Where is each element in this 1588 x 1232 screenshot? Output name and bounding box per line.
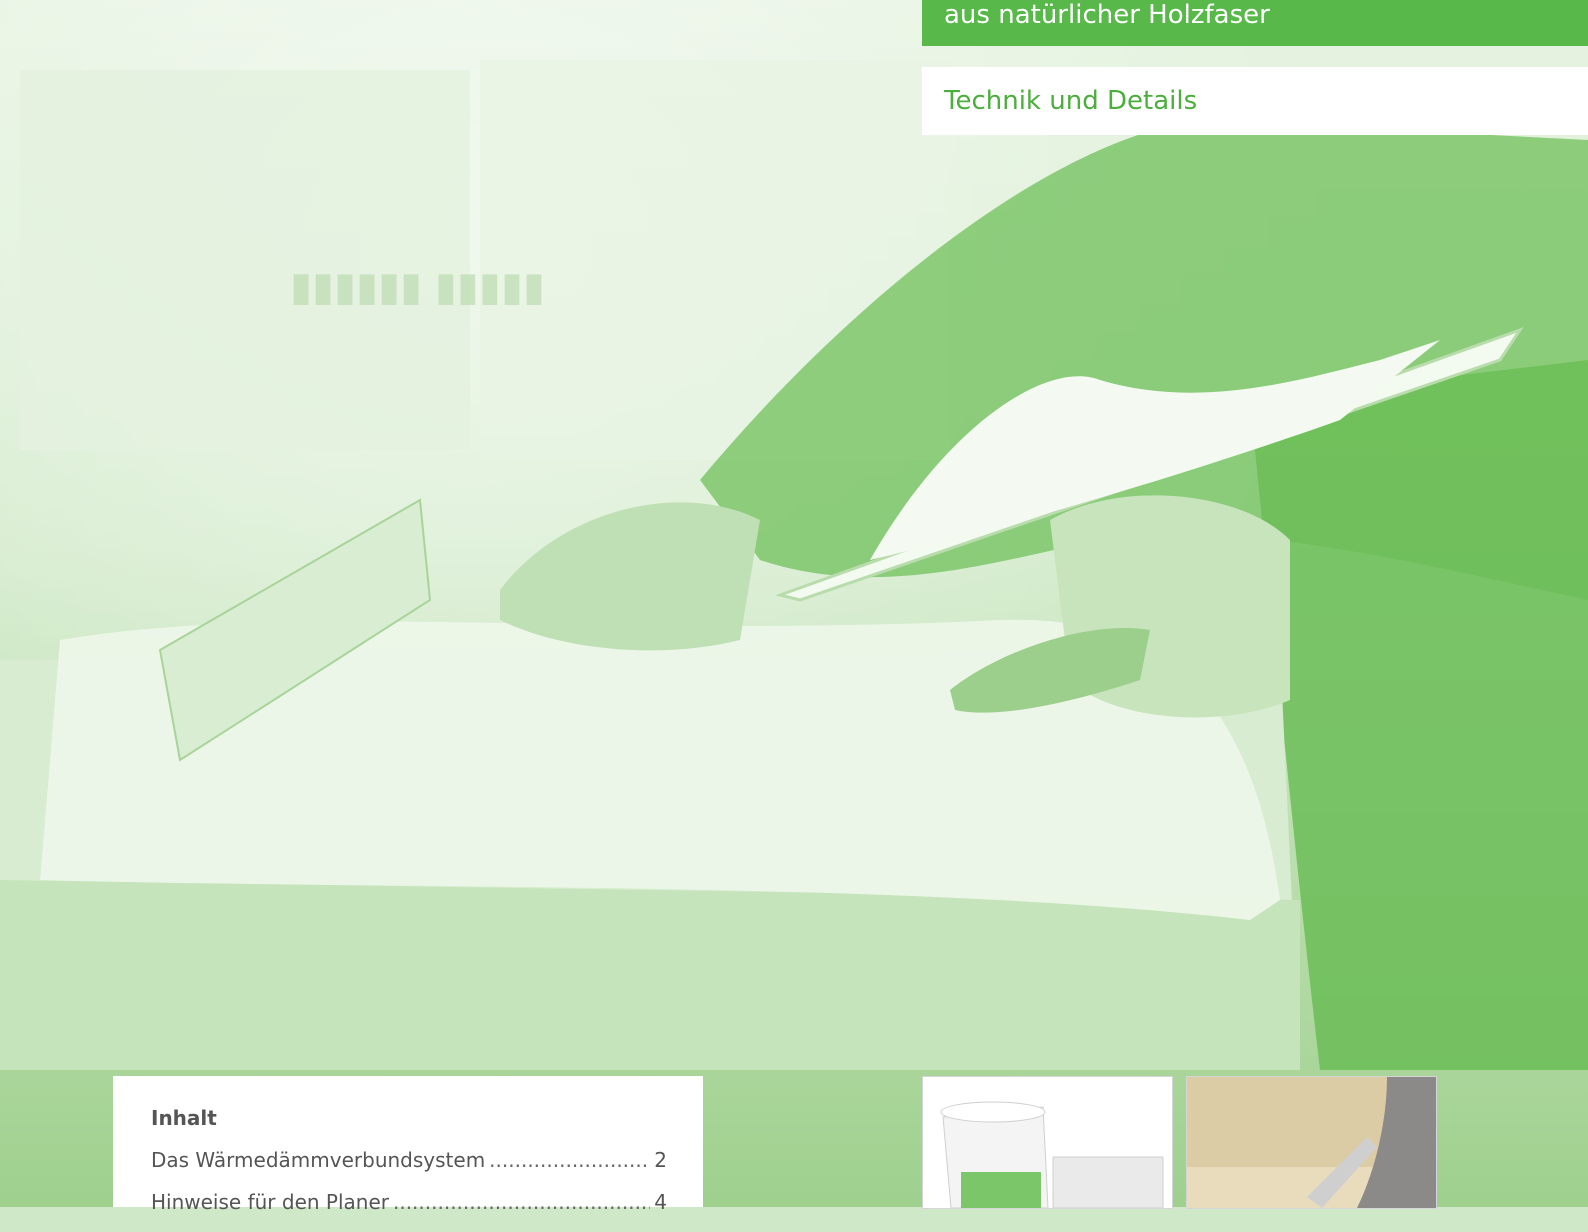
board-shape	[20, 70, 470, 450]
board-print-mark: ▮▮▮▮▮▮ ▮▮▮▮▮	[290, 264, 545, 310]
bucket-lid-shape	[940, 1101, 1046, 1123]
toc-leader-dots	[489, 1148, 650, 1172]
hero-photo: ▮▮▮▮▮▮ ▮▮▮▮▮	[0, 0, 1588, 1207]
toc-heading: Inhalt	[151, 1106, 217, 1130]
toc-item[interactable]: Hinweise für den Planer 4	[151, 1190, 667, 1232]
toc-item-page: 4	[654, 1190, 667, 1214]
mesh-roll-shape	[1052, 1156, 1164, 1208]
title-line: aus natürlicher Holzfaser	[944, 0, 1270, 30]
title-banner: aus natürlicher Holzfaser	[922, 0, 1588, 46]
toc-item[interactable]: Das Wärmedämmverbundsystem 2	[151, 1148, 667, 1190]
board-edge-shape	[0, 880, 1300, 1070]
toc-item-page: 2	[654, 1148, 667, 1172]
toc-item-label: Das Wärmedämmverbundsystem	[151, 1148, 486, 1172]
subtitle-text: Technik und Details	[944, 86, 1198, 116]
table-of-contents: Inhalt Das Wärmedämmverbundsystem 2 Hinw…	[113, 1076, 703, 1214]
bucket-label-shape	[961, 1172, 1041, 1208]
left-hand-shape	[500, 502, 760, 651]
body-shape	[1250, 360, 1588, 1070]
application-photo-thumbnail	[1186, 1076, 1437, 1209]
toc-item-label: Hinweise für den Planer	[151, 1190, 389, 1214]
toc-leader-dots	[393, 1190, 650, 1214]
hero-illustration: ▮▮▮▮▮▮ ▮▮▮▮▮	[0, 60, 1588, 1070]
product-bucket-thumbnail	[922, 1076, 1173, 1209]
bucket-illustration	[940, 1101, 1164, 1208]
application-illustration	[1187, 1077, 1436, 1208]
subtitle-box: Technik und Details	[922, 67, 1588, 135]
